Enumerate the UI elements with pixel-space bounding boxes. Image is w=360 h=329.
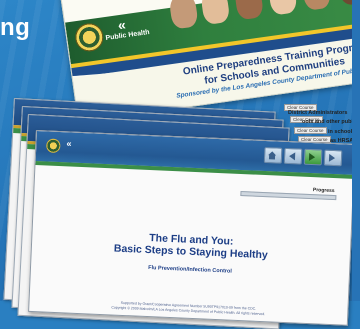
student-photo: [234, 0, 264, 20]
student-photo: [168, 0, 198, 30]
forward-arrow-icon: [327, 153, 337, 163]
play-button[interactable]: [304, 149, 323, 166]
clear-course-button[interactable]: Clear Course: [294, 127, 327, 134]
progress-label: Progress: [313, 187, 335, 194]
back-arrow-icon: [287, 151, 297, 161]
right-edge-strip: [352, 0, 360, 301]
play-icon: [307, 152, 317, 162]
course-slide-front: « Progress The Flu and You: Basic Steps …: [28, 130, 356, 326]
student-photo: [301, 0, 331, 11]
slide-subtitle: Flu Prevention/Infection Control: [31, 260, 349, 280]
slide-navigation: [264, 147, 343, 166]
forward-button[interactable]: [324, 150, 343, 167]
public-health-logo-text: Public Health: [105, 29, 150, 42]
slide-title: The Flu and You: Basic Steps to Staying …: [32, 227, 351, 265]
corner-heading-fragment: ng: [0, 14, 30, 42]
back-button[interactable]: [284, 148, 303, 165]
student-photo: [267, 0, 297, 16]
home-icon: [267, 150, 277, 160]
public-health-mark-icon: «: [117, 16, 127, 33]
public-health-mark-icon: «: [66, 138, 71, 148]
back-slide-text: ools and other public: [302, 119, 358, 125]
student-photo: [200, 0, 230, 25]
home-button[interactable]: [264, 147, 283, 164]
